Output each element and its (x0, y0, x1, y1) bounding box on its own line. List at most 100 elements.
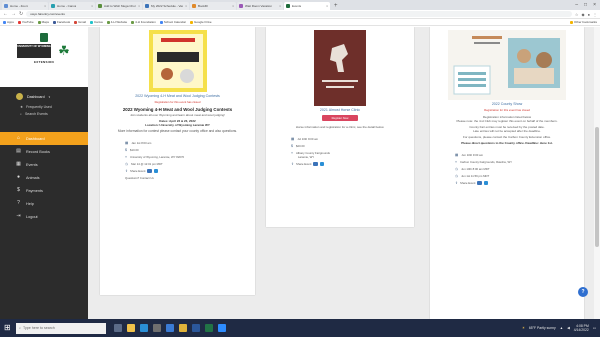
maximize-button[interactable]: □ (584, 1, 587, 10)
bookmark-item[interactable]: Facebook (52, 20, 70, 24)
facebook-icon[interactable] (477, 181, 483, 185)
notifications-icon[interactable]: ▭ (593, 326, 596, 330)
close-window-button[interactable]: × (593, 1, 596, 10)
taskbar-search[interactable]: ⌕ Type here to search (16, 322, 106, 334)
bookmark-item[interactable]: Canva (90, 20, 103, 24)
event-title-link[interactable]: 2022 Wyoming 4-H Meat and Wool Judging C… (105, 94, 250, 98)
star-icon[interactable]: ☆ (575, 12, 579, 17)
word-icon[interactable] (192, 324, 200, 332)
dollar-icon: $ (17, 187, 20, 193)
sidebar: UNIVERSITY OF WYOMING ☘ EXTENSION Dashbo… (0, 27, 88, 319)
bookmark-item[interactable]: Maps (37, 20, 49, 24)
back-icon[interactable]: ← (3, 11, 8, 17)
excel-icon[interactable] (205, 324, 213, 332)
weather-icon[interactable]: ☀ (522, 326, 525, 330)
windows-start-icon[interactable]: ⊞ (4, 324, 12, 332)
share-event[interactable]: ⇪ Share Event (291, 162, 409, 166)
network-icon[interactable]: ▲ (560, 326, 563, 330)
minimize-button[interactable]: – (575, 1, 578, 10)
reload-icon[interactable]: ↻ (19, 11, 23, 17)
event-title-link[interactable]: 2022 County Show (435, 102, 579, 106)
browser-tab[interactable]: Home - Zoom × (2, 2, 48, 10)
questions-contact[interactable]: Questions? Contact Us (125, 176, 250, 180)
share-event[interactable]: ⇪ Share Event (455, 181, 579, 185)
close-icon[interactable]: × (232, 4, 234, 8)
chrome-icon[interactable] (179, 324, 187, 332)
bookmark-item[interactable]: YouTube (17, 20, 34, 24)
sidebar-item-events[interactable]: ▦ Events (0, 158, 88, 171)
bookmark-item[interactable]: School Calendar (159, 20, 186, 24)
clover-icon (131, 20, 135, 24)
facebook-icon[interactable] (313, 162, 319, 166)
share-event[interactable]: ⇪ Share Event (125, 169, 250, 173)
sidebar-item-help[interactable]: ? Help (0, 197, 88, 210)
profile-switcher[interactable]: Dashboard ▾ (0, 87, 88, 102)
bookmark-label: Other bookmarks (573, 20, 597, 24)
close-icon[interactable]: × (44, 4, 46, 8)
menu-icon[interactable]: ⋮ (593, 12, 597, 17)
share-icon: ⇪ (455, 181, 459, 185)
bookmark-item[interactable]: Google Drive (190, 20, 212, 24)
help-chat-button[interactable]: ? (578, 287, 588, 297)
url-input[interactable]: uwyo.fairentry.com/events (26, 11, 572, 17)
bookmark-label: Canva (94, 20, 103, 24)
sidebar-item-record-books[interactable]: ▤ Record Books (0, 145, 88, 158)
weather-text[interactable]: 65°F Partly sunny (529, 326, 556, 330)
detail-text: $20.00 (296, 144, 305, 148)
detail-text: Jun 10th 9:00 am (461, 153, 484, 157)
sidebar-item-logout[interactable]: ⇥ Logout (0, 210, 88, 223)
store-icon[interactable] (153, 324, 161, 332)
bookmark-item[interactable]: Apps (3, 20, 14, 24)
clock[interactable]: 4:08 PM 4/14/2022 (574, 324, 589, 332)
search-events-link[interactable]: ⌕ Search Events (0, 109, 88, 116)
twitter-icon[interactable] (154, 169, 159, 173)
close-icon[interactable]: × (326, 4, 328, 8)
browser-tab[interactable]: Add to Wish Mega Church × (96, 2, 142, 10)
close-icon[interactable]: × (91, 4, 93, 8)
browser-tab[interactable]: Home - Canva × (49, 2, 95, 10)
event-poster[interactable] (448, 30, 566, 100)
sidebar-item-dashboard[interactable]: ⌂ Dashboard (0, 132, 88, 145)
mail-icon[interactable] (166, 324, 174, 332)
other-bookmarks[interactable]: Other bookmarks (569, 20, 597, 24)
twitter-icon[interactable] (484, 181, 489, 185)
register-now-button[interactable]: Register Now (322, 115, 358, 121)
close-icon[interactable]: × (138, 4, 140, 8)
logo[interactable]: UNIVERSITY OF WYOMING ☘ EXTENSION (0, 27, 88, 87)
bookmark-label: Apps (7, 20, 14, 24)
scrollbar-thumb[interactable] (595, 127, 599, 247)
apps-icon (3, 20, 6, 24)
facebook-icon[interactable] (147, 169, 153, 173)
event-poster[interactable] (314, 30, 366, 106)
file-explorer-icon[interactable] (127, 324, 135, 332)
task-view-icon[interactable] (114, 324, 122, 332)
close-icon[interactable]: × (279, 4, 281, 8)
sidebar-item-payments[interactable]: $ Payments (0, 184, 88, 197)
link-label: Search Events (24, 112, 48, 116)
browser-tab[interactable]: Bookfill × (190, 2, 236, 10)
volume-icon[interactable]: ◀ (567, 326, 570, 330)
close-icon[interactable]: × (185, 4, 187, 8)
university-logo: UNIVERSITY OF WYOMING (17, 44, 51, 58)
edge-icon[interactable] (140, 324, 148, 332)
bookmark-item[interactable]: 4-H Foundation (131, 20, 156, 24)
zoom-icon[interactable] (218, 324, 226, 332)
profile-icon[interactable]: ● (588, 12, 590, 17)
sidebar-item-animals[interactable]: ● Animals (0, 171, 88, 184)
bookmark-item[interactable]: 4-H Website (106, 20, 127, 24)
forward-icon[interactable]: → (11, 11, 16, 17)
browser-tab[interactable]: Wait Room Vacation × (237, 2, 283, 10)
bookmark-item[interactable]: Gmail (74, 20, 86, 24)
frequently-used-link[interactable]: ★ Frequently Used (0, 102, 88, 109)
twitter-icon[interactable] (320, 162, 325, 166)
share-label: Share Event (130, 169, 146, 173)
extensions-icon[interactable]: ◆ (582, 12, 585, 17)
event-poster[interactable] (148, 30, 207, 92)
new-tab-button[interactable]: + (331, 2, 341, 10)
event-title-link[interactable]: 2021 Almost Horse Clinic (271, 108, 409, 112)
browser-tab[interactable]: My 2022 Schedule - Vacation× (143, 2, 189, 10)
tab-label: Home - Zoom (10, 4, 29, 8)
clover-icon: ☘ (58, 43, 70, 58)
browser-tab-active[interactable]: Events × (284, 2, 330, 10)
scrollbar[interactable] (594, 27, 600, 319)
